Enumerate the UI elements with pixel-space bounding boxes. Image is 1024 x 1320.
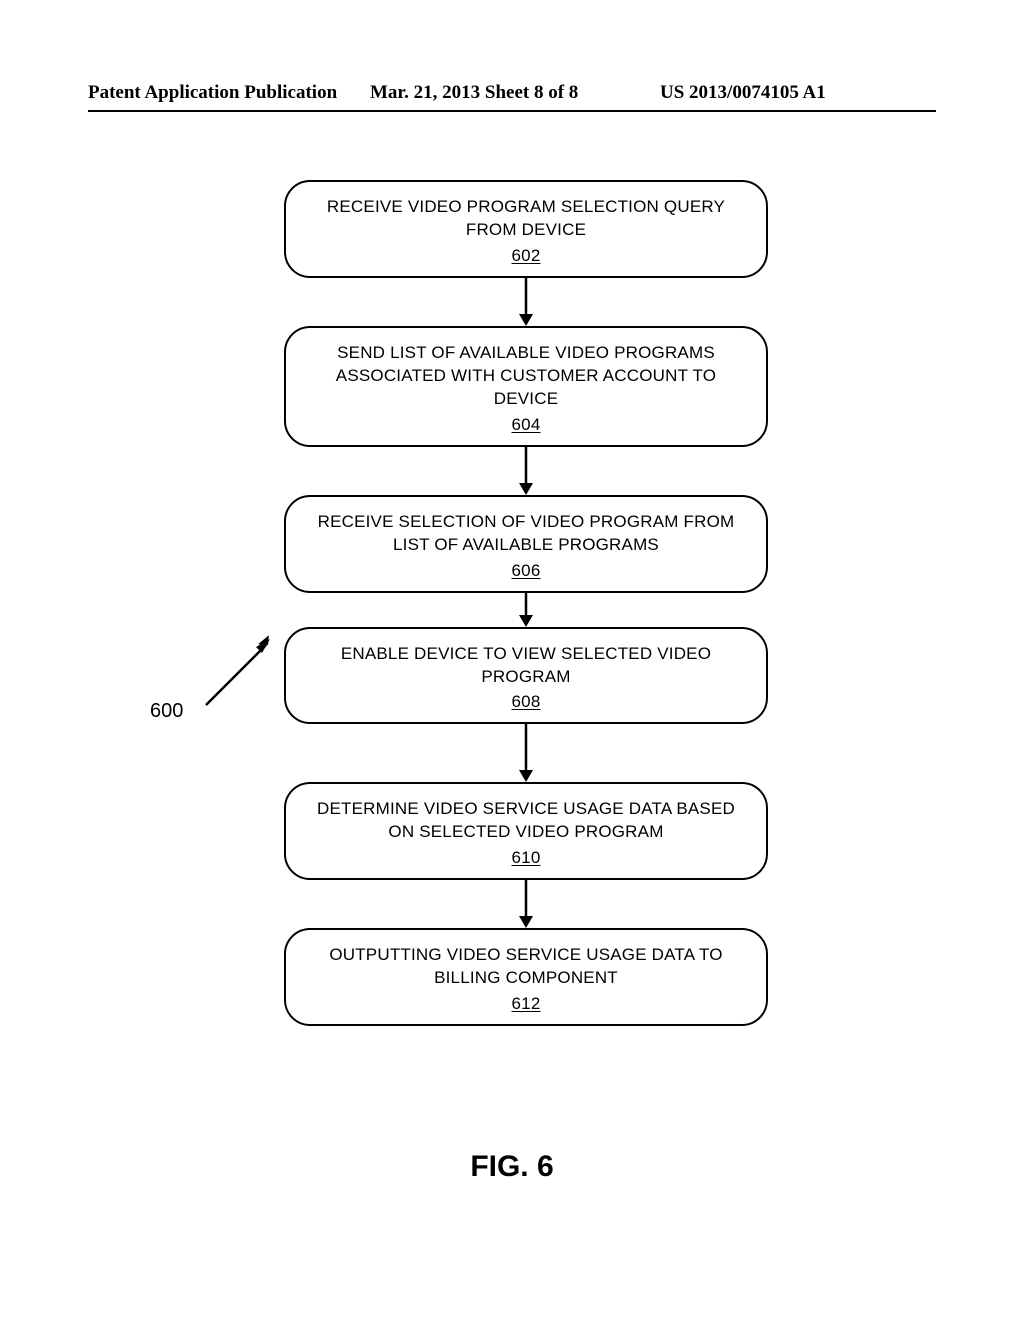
header-publication: Patent Application Publication [88, 82, 337, 104]
flow-step: ENABLE DEVICE TO VIEW SELECTED VIDEO PRO… [284, 627, 768, 725]
flow-step-ref: 612 [310, 994, 742, 1014]
flowchart: RECEIVE VIDEO PROGRAM SELECTION QUERY FR… [284, 180, 768, 1026]
flow-step: RECEIVE VIDEO PROGRAM SELECTION QUERY FR… [284, 180, 768, 278]
flow-step-ref: 608 [310, 692, 742, 712]
flow-step-ref: 606 [310, 561, 742, 581]
flow-step-text: OUTPUTTING VIDEO SERVICE USAGE DATA TO B… [310, 944, 742, 990]
flow-arrow [284, 593, 768, 627]
flow-step-ref: 602 [310, 246, 742, 266]
figure-caption: FIG. 6 [0, 1150, 1024, 1184]
flow-arrow [284, 278, 768, 326]
flow-step: OUTPUTTING VIDEO SERVICE USAGE DATA TO B… [284, 928, 768, 1026]
header-rule [88, 110, 936, 112]
flow-arrow [284, 880, 768, 928]
flow-step-ref: 604 [310, 415, 742, 435]
flow-step: SEND LIST OF AVAILABLE VIDEO PROGRAMS AS… [284, 326, 768, 447]
diagram-ref-label: 600 [150, 700, 183, 723]
flow-step: DETERMINE VIDEO SERVICE USAGE DATA BASED… [284, 782, 768, 880]
flow-step-text: RECEIVE SELECTION OF VIDEO PROGRAM FROM … [310, 511, 742, 557]
header-docnumber: US 2013/0074105 A1 [660, 82, 826, 104]
flow-step-text: ENABLE DEVICE TO VIEW SELECTED VIDEO PRO… [310, 643, 742, 689]
flow-step-ref: 610 [310, 848, 742, 868]
header-sheet: Mar. 21, 2013 Sheet 8 of 8 [370, 82, 578, 104]
flow-step: RECEIVE SELECTION OF VIDEO PROGRAM FROM … [284, 495, 768, 593]
flow-step-text: RECEIVE VIDEO PROGRAM SELECTION QUERY FR… [310, 196, 742, 242]
flow-step-text: DETERMINE VIDEO SERVICE USAGE DATA BASED… [310, 798, 742, 844]
flow-arrow [284, 724, 768, 782]
ref-pointer-arrow [196, 625, 286, 720]
patent-page: Patent Application Publication Mar. 21, … [0, 0, 1024, 1320]
flow-arrow [284, 447, 768, 495]
flow-step-text: SEND LIST OF AVAILABLE VIDEO PROGRAMS AS… [310, 342, 742, 411]
